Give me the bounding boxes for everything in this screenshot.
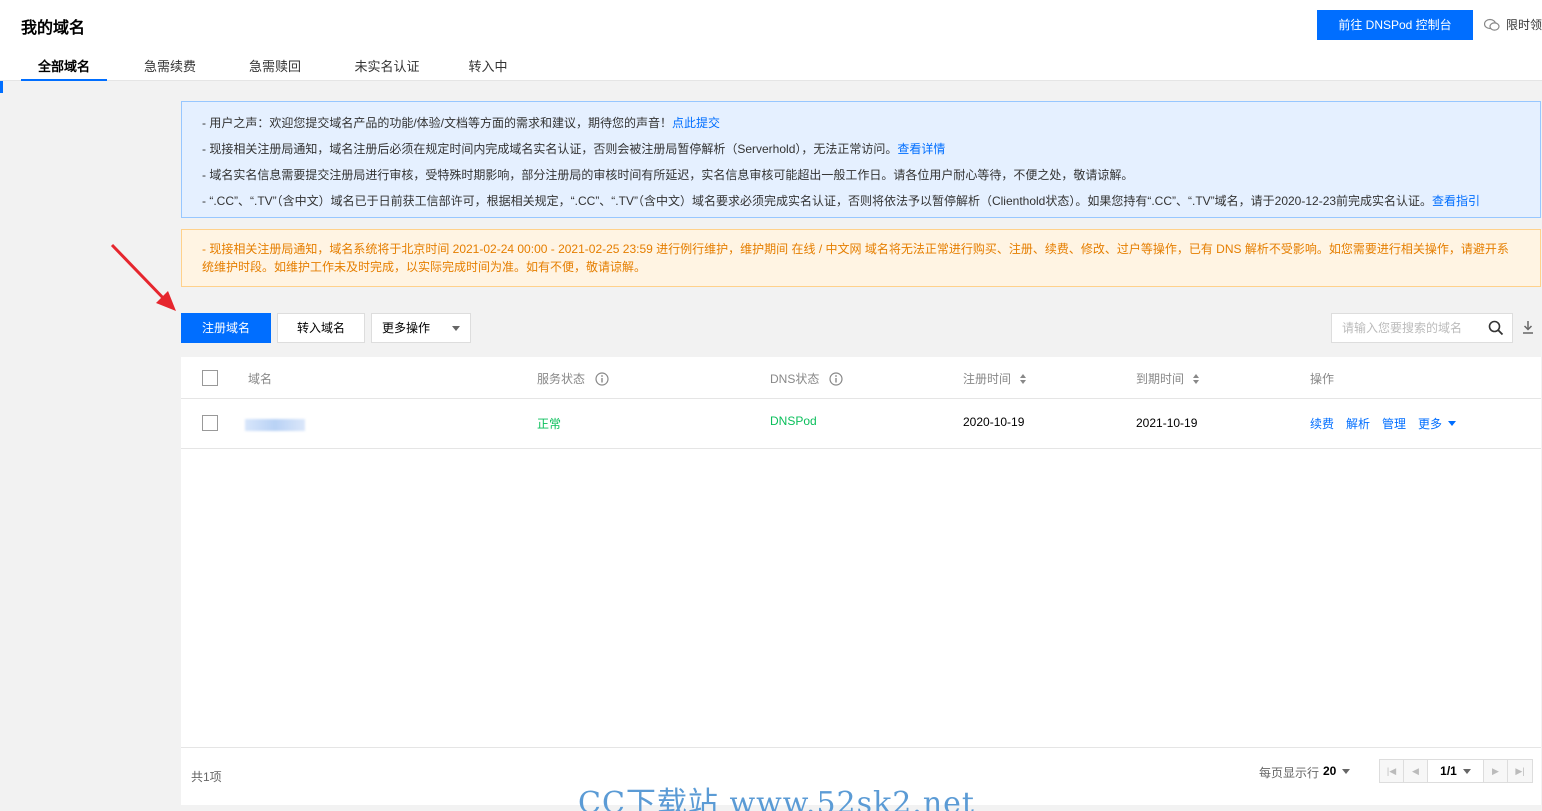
service-status-value: 正常: [537, 417, 562, 431]
dnspod-console-button[interactable]: 前往 DNSPod 控制台: [1317, 10, 1473, 40]
domain-name-redacted[interactable]: [245, 419, 305, 431]
more-actions-dropdown[interactable]: 更多: [1418, 415, 1457, 432]
notice-text: - “.CC”、“.TV”（含中文）域名已于日前获工信部许可，根据相关规定，“.…: [202, 194, 1433, 208]
table-header: 域名 服务状态 DNS状态 注册时间 到期时间 操作: [181, 357, 1541, 399]
sort-icon[interactable]: [1192, 373, 1200, 384]
domain-table: 域名 服务状态 DNS状态 注册时间 到期时间 操作 正常 DNSPod 202…: [181, 357, 1541, 805]
col-dns-status-label: DNS状态: [770, 372, 820, 386]
wechat-icon: [1484, 18, 1500, 31]
chevron-down-icon: [1342, 768, 1351, 774]
pagesize-select[interactable]: 20: [1323, 764, 1351, 778]
tab-unverified[interactable]: 未实名认证: [317, 52, 457, 81]
info-icon[interactable]: [829, 371, 843, 386]
last-page-icon[interactable]: ▶|: [1508, 760, 1532, 782]
sidebar-indicator: [0, 81, 3, 93]
notice-text: - 现接相关注册局通知，域名注册后必须在规定时间内完成域名实名认证，否则会被注册…: [202, 142, 898, 156]
view-guide-link[interactable]: 查看指引: [1432, 194, 1480, 208]
page-value: 1/1: [1440, 764, 1457, 778]
col-ops-label: 操作: [1310, 372, 1335, 386]
sort-icon[interactable]: [1019, 373, 1027, 384]
row-checkbox[interactable]: [202, 415, 218, 431]
notice-text: - 域名实名信息需要提交注册局进行审核，受特殊时期影响，部分注册局的审核时间有所…: [202, 168, 1134, 182]
page-select[interactable]: 1/1: [1428, 760, 1484, 782]
col-ops: 操作: [1310, 370, 1334, 387]
view-details-link[interactable]: 查看详情: [897, 142, 945, 156]
more-ops-dropdown[interactable]: 更多操作: [371, 313, 471, 343]
tab-all-domains[interactable]: 全部域名: [21, 52, 107, 81]
watermark: CC下载站 www.52sk2.net: [578, 786, 975, 811]
manage-link[interactable]: 管理: [1382, 415, 1406, 432]
col-reg-time[interactable]: 注册时间: [963, 370, 1027, 387]
col-dns-status: DNS状态: [770, 370, 843, 387]
col-exp-time[interactable]: 到期时间: [1136, 370, 1200, 387]
dns-status-value: DNSPod: [770, 414, 817, 428]
tab-urgent-redeem[interactable]: 急需赎回: [233, 52, 317, 81]
notice-line: - 域名实名信息需要提交注册局进行审核，受特殊时期影响，部分注册局的审核时间有所…: [202, 162, 1540, 188]
prev-page-icon[interactable]: ◀: [1404, 760, 1428, 782]
col-exp-time-label: 到期时间: [1136, 372, 1185, 386]
page-header: 我的域名 前往 DNSPod 控制台 限时领 全部域名 急需续费 急需赎回 未实…: [0, 0, 1542, 81]
more-actions-label: 更多: [1418, 417, 1443, 431]
tab-bar: 全部域名 急需续费 急需赎回 未实名认证 转入中: [21, 52, 519, 81]
register-domain-button[interactable]: 注册域名: [181, 313, 271, 343]
pagesize-value: 20: [1323, 764, 1337, 778]
promo-link[interactable]: 限时领: [1484, 16, 1542, 33]
search-box: [1331, 313, 1513, 343]
renew-link[interactable]: 续费: [1310, 415, 1334, 432]
search-icon[interactable]: [1488, 320, 1504, 336]
notice-line: - 用户之声：欢迎您提交域名产品的功能/体验/文档等方面的需求和建议，期待您的声…: [202, 110, 1540, 136]
maintenance-notice: - 现接相关注册局通知，域名系统将于北京时间 2021-02-24 00:00 …: [181, 229, 1541, 287]
info-notice: - 用户之声：欢迎您提交域名产品的功能/体验/文档等方面的需求和建议，期待您的声…: [181, 101, 1541, 218]
pagination: |◀ ◀ 1/1 ▶ ▶|: [1379, 759, 1533, 783]
info-icon[interactable]: [595, 371, 609, 386]
table-row: 正常 DNSPod 2020-10-19 2021-10-19 续费 解析 管理…: [181, 399, 1541, 449]
tab-urgent-renew[interactable]: 急需续费: [107, 52, 233, 81]
col-domain: 域名: [248, 370, 272, 387]
total-count: 共1项: [191, 770, 222, 784]
submit-feedback-link[interactable]: 点此提交: [672, 116, 720, 130]
search-input[interactable]: [1332, 314, 1482, 342]
first-page-icon[interactable]: |◀: [1380, 760, 1404, 782]
chevron-down-icon: [1448, 421, 1457, 426]
download-icon[interactable]: [1522, 320, 1534, 334]
tab-transferring[interactable]: 转入中: [457, 52, 519, 81]
chevron-down-icon: [452, 326, 460, 331]
page-title: 我的域名: [21, 20, 86, 37]
exp-time-value: 2021-10-19: [1136, 416, 1198, 430]
more-ops-label: 更多操作: [382, 321, 431, 335]
select-all-checkbox[interactable]: [202, 370, 218, 386]
notice-text: - 用户之声：欢迎您提交域名产品的功能/体验/文档等方面的需求和建议，期待您的声…: [202, 116, 673, 130]
promo-text: 限时领: [1506, 18, 1542, 32]
col-reg-time-label: 注册时间: [963, 372, 1012, 386]
col-service-status: 服务状态: [537, 370, 609, 387]
col-service-status-label: 服务状态: [537, 372, 586, 386]
resolve-link[interactable]: 解析: [1346, 415, 1370, 432]
pagesize-label: 每页显示行: [1259, 766, 1320, 780]
transfer-domain-button[interactable]: 转入域名: [277, 313, 365, 343]
red-arrow-icon: [110, 243, 176, 311]
row-actions: 续费 解析 管理 更多: [1310, 415, 1457, 432]
notice-line: - “.CC”、“.TV”（含中文）域名已于日前获工信部许可，根据相关规定，“.…: [202, 188, 1540, 214]
notice-line: - 现接相关注册局通知，域名注册后必须在规定时间内完成域名实名认证，否则会被注册…: [202, 136, 1540, 162]
reg-time-value: 2020-10-19: [963, 415, 1025, 429]
col-domain-label: 域名: [248, 372, 273, 386]
chevron-down-icon: [1462, 768, 1471, 774]
next-page-icon[interactable]: ▶: [1484, 760, 1508, 782]
